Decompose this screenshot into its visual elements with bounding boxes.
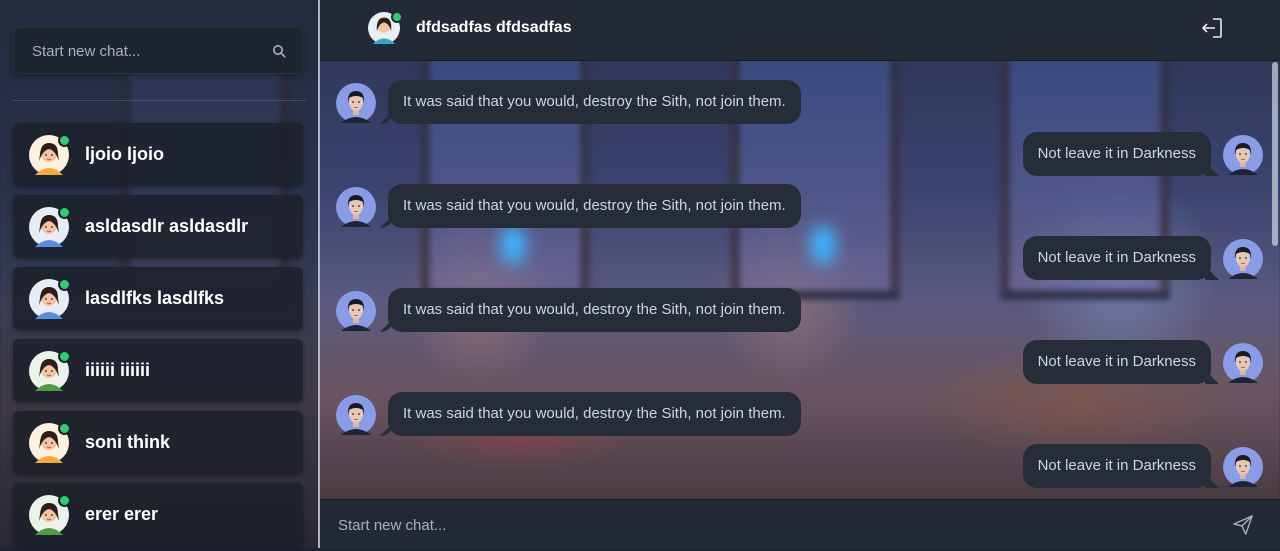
message-avatar [336,187,376,227]
online-indicator [58,206,71,219]
contact-item[interactable]: iiiiii iiiiii [13,339,303,402]
incoming-message: It was said that you would, destroy the … [388,392,801,436]
message-avatar [336,291,376,331]
chat-panel: dfdsadfas dfdsadfas It was said that you… [320,0,1280,551]
message-input[interactable] [336,500,1200,551]
contact-name: lasdlfks lasdlfks [85,288,225,308]
outgoing-message: Not leave it in Darkness [1022,444,1211,488]
message-avatar [336,395,376,435]
contact-item[interactable]: ljoio ljoio [13,123,303,186]
online-indicator [58,278,71,291]
message-avatar [1223,447,1263,487]
contact-item[interactable]: asldasdlr asldasdlr [13,195,303,258]
logout-icon[interactable] [1200,16,1224,40]
sidebar-search [13,27,303,75]
incoming-message: It was said that you would, destroy the … [388,80,801,124]
contact-name: iiiiii iiiiii [85,360,151,380]
online-indicator [58,134,71,147]
outgoing-message: Not leave it in Darkness [1022,132,1211,176]
online-indicator [391,11,403,23]
send-icon[interactable] [1232,514,1254,536]
incoming-message: It was said that you would, destroy the … [388,288,801,332]
outgoing-message: Not leave it in Darkness [1022,236,1211,280]
search-icon[interactable] [272,44,286,58]
search-input[interactable] [30,28,264,75]
message-avatar [1223,239,1263,279]
contact-name: erer erer [85,504,159,524]
chat-contact-name: dfdsadfas dfdsadfas [416,19,572,36]
contact-name: soni think [85,432,170,452]
incoming-message: It was said that you would, destroy the … [388,184,801,228]
contact-item[interactable]: soni think [13,411,303,474]
message-avatar [336,83,376,123]
sidebar-divider [13,100,306,101]
contact-name: asldasdlr asldasdlr [85,216,249,236]
message-avatar [1223,343,1263,383]
online-indicator [58,494,71,507]
contact-item[interactable]: lasdlfks lasdlfks [13,267,303,330]
sidebar: ljoio ljoio asldasdlr asldasdlr lasdlfks… [0,0,320,548]
message-avatar [1223,135,1263,175]
online-indicator [58,350,71,363]
composer [320,499,1280,551]
contact-name: ljoio ljoio [85,144,164,164]
contact-item[interactable]: erer erer [13,483,303,546]
chat-header: dfdsadfas dfdsadfas [320,0,1280,61]
online-indicator [58,422,71,435]
scrollbar[interactable] [1272,62,1278,246]
outgoing-message: Not leave it in Darkness [1022,340,1211,384]
